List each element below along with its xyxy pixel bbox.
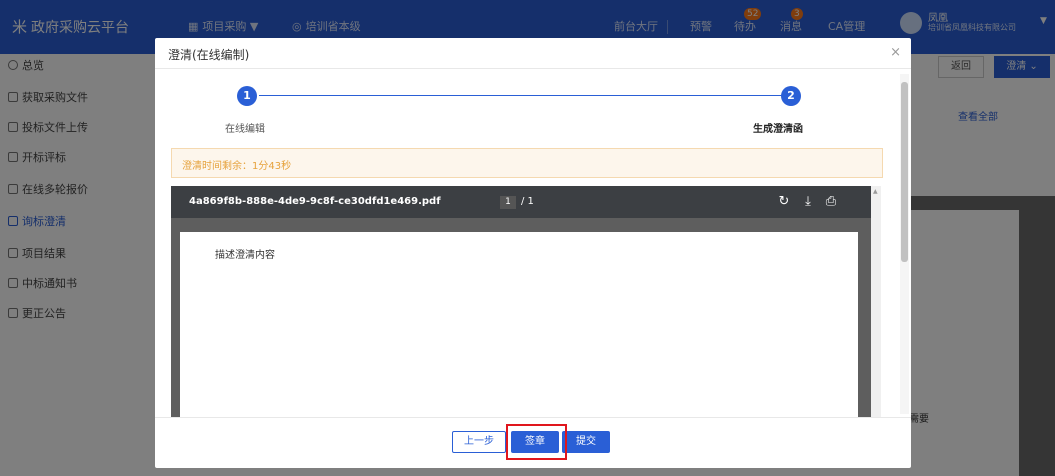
pdf-page (180, 232, 858, 418)
divider (155, 68, 911, 69)
clarification-dialog: 澄清(在线编制) × 1 2 在线编辑 生成澄清函 澄清时间剩余：1分43秒 4… (155, 38, 911, 468)
divider (155, 417, 911, 418)
pdf-toolbar: 4a869f8b-888e-4de9-9c8f-ce30dfd1e469.pdf… (171, 186, 871, 218)
timer-text: 澄清时间剩余：1分43秒 (182, 161, 292, 172)
pdf-scrollbar[interactable]: ▲ (871, 186, 881, 418)
step-1-indicator: 1 (237, 86, 257, 106)
pdf-content-text: 描述澄清内容 (215, 250, 275, 261)
previous-step-button[interactable]: 上一步 (452, 431, 506, 453)
print-icon[interactable]: ⎙ (824, 194, 838, 210)
pdf-page-input[interactable]: 1 (500, 196, 516, 209)
close-icon[interactable]: × (890, 45, 901, 60)
dialog-title: 澄清(在线编制) (168, 48, 250, 62)
pdf-filename: 4a869f8b-888e-4de9-9c8f-ce30dfd1e469.pdf (189, 196, 441, 207)
sign-button-highlight (506, 424, 567, 460)
rotate-icon[interactable]: ↻ (777, 194, 791, 210)
dialog-scrollbar[interactable] (900, 74, 909, 414)
scroll-up-icon[interactable]: ▲ (873, 188, 878, 195)
step-2-label: 生成澄清函 (753, 124, 803, 135)
submit-button[interactable]: 提交 (562, 431, 610, 453)
step-2-indicator: 2 (781, 86, 801, 106)
step-1-label: 在线编辑 (225, 124, 265, 135)
timer-alert: 澄清时间剩余：1分43秒 (171, 148, 883, 178)
pdf-page-total: / 1 (521, 196, 534, 207)
step-connector-line (259, 95, 787, 96)
download-icon[interactable]: ⤓ (801, 194, 815, 210)
scrollbar-thumb[interactable] (901, 82, 908, 262)
